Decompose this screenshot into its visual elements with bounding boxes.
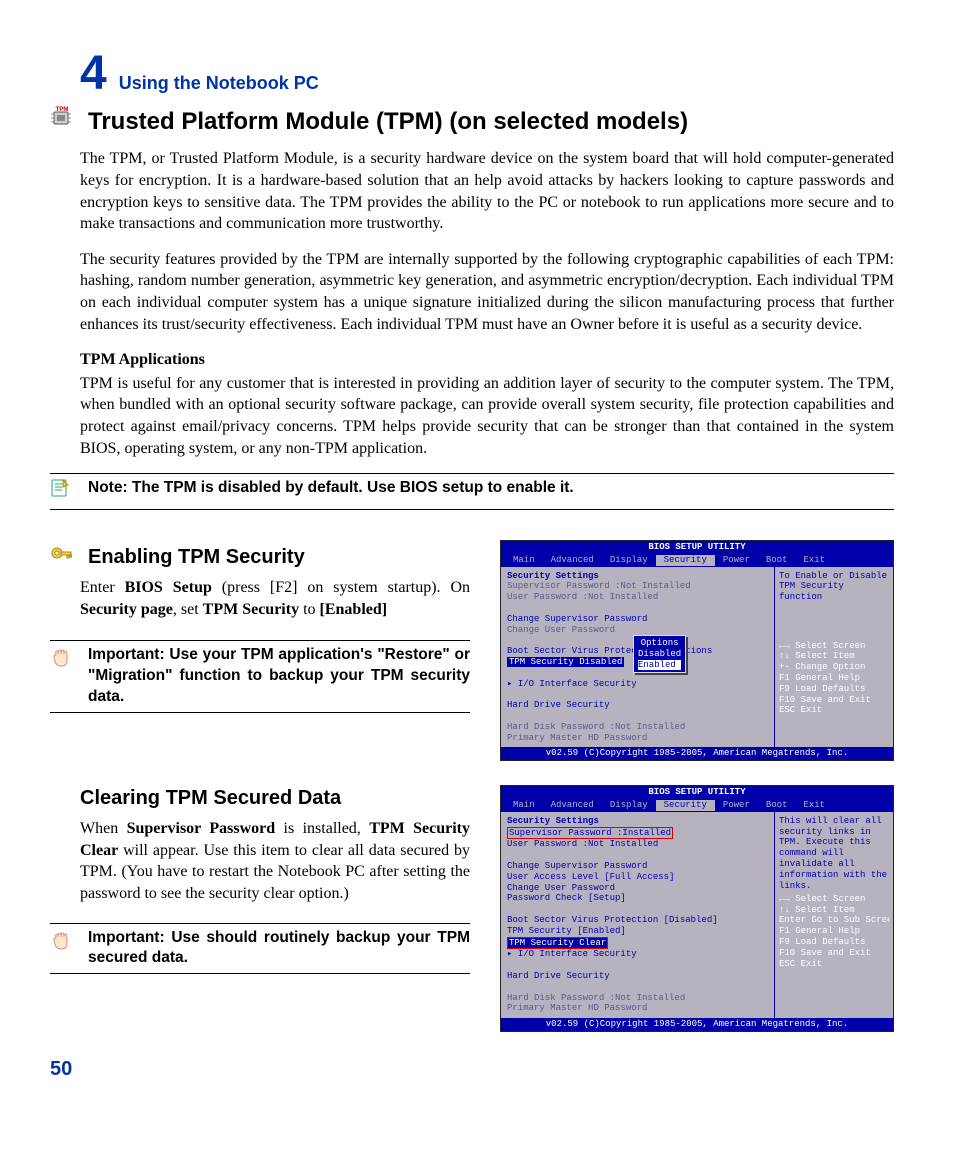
body-paragraph: The security features provided by the TP…: [80, 249, 894, 335]
bios-tpm-clear-line: TPM Security Clear: [507, 937, 608, 950]
bios-screenshot-clear: BIOS SETUP UTILITY Main Advanced Display…: [500, 785, 894, 1032]
svg-text:TPM: TPM: [56, 107, 69, 113]
enabling-tpm-row: Enabling TPM Security Enter BIOS Setup (…: [80, 540, 894, 761]
body-paragraph: TPM is useful for any customer that is i…: [80, 373, 894, 459]
subheading-tpm-apps: TPM Applications: [80, 349, 894, 371]
callout-text: Important: Use should routinely backup y…: [88, 928, 470, 970]
section-heading-enable: Enabling TPM Security: [88, 544, 305, 571]
callout-text: Important: Use your TPM application's "R…: [88, 645, 470, 708]
section-heading-row: TPM Trusted Platform Module (TPM) (on se…: [50, 106, 894, 148]
subheading-label: TPM Applications: [80, 351, 205, 368]
bios-tpm-security-line: TPM Security Disabled: [507, 657, 624, 667]
bios-help-panel: To Enable or Disable TPM Security functi…: [775, 567, 893, 748]
note-text: Note: The TPM is disabled by default. Us…: [88, 478, 574, 499]
bios-footer: v02.59 (C)Copyright 1985-2005, American …: [501, 747, 893, 760]
hand-stop-icon: [50, 928, 78, 959]
section-heading-tpm: Trusted Platform Module (TPM) (on select…: [88, 106, 688, 138]
bios-footer: v02.59 (C)Copyright 1985-2005, American …: [501, 1018, 893, 1031]
chapter-title: Using the Notebook PC: [119, 71, 319, 95]
note-icon: [50, 478, 78, 505]
important-callout: Important: Use your TPM application's "R…: [50, 640, 470, 713]
bios-title: BIOS SETUP UTILITY: [501, 786, 893, 799]
hand-stop-icon: [50, 645, 78, 676]
chapter-number: 4: [80, 50, 107, 98]
body-paragraph: When Supervisor Password is installed, T…: [80, 818, 470, 904]
bios-tabs: Main Advanced Display Security Power Boo…: [501, 799, 893, 812]
bios-tab-security: Security: [656, 555, 715, 566]
chapter-header: 4 Using the Notebook PC: [80, 50, 894, 98]
section-heading-clear: Clearing TPM Secured Data: [80, 785, 470, 812]
clearing-tpm-row: Clearing TPM Secured Data When Superviso…: [80, 785, 894, 1032]
note-box: Note: The TPM is disabled by default. Us…: [50, 473, 894, 510]
bios-popup-options: Options TPM Security Disabled Disabled E…: [633, 635, 686, 673]
tpm-chip-icon: TPM: [50, 106, 78, 135]
important-callout: Important: Use should routinely backup y…: [50, 923, 470, 975]
section-heading-row: Enabling TPM Security: [50, 544, 470, 577]
page-number: 50: [50, 1056, 894, 1083]
bios-title: BIOS SETUP UTILITY: [501, 541, 893, 554]
body-paragraph: The TPM, or Trusted Platform Module, is …: [80, 148, 894, 234]
bios-tabs: Main Advanced Display Security Power Boo…: [501, 554, 893, 567]
bios-tab-security: Security: [656, 800, 715, 811]
bios-supervisor-pw-line: Supervisor Password :Installed: [507, 827, 673, 840]
bios-help-panel: This will clear all security links in TP…: [775, 812, 893, 1018]
body-paragraph: Enter BIOS Setup (press [F2] on system s…: [80, 577, 470, 620]
key-icon: [50, 544, 78, 573]
bios-main-panel: Security Settings Supervisor Password :I…: [501, 812, 775, 1018]
bios-screenshot-enable: BIOS SETUP UTILITY Main Advanced Display…: [500, 540, 894, 761]
